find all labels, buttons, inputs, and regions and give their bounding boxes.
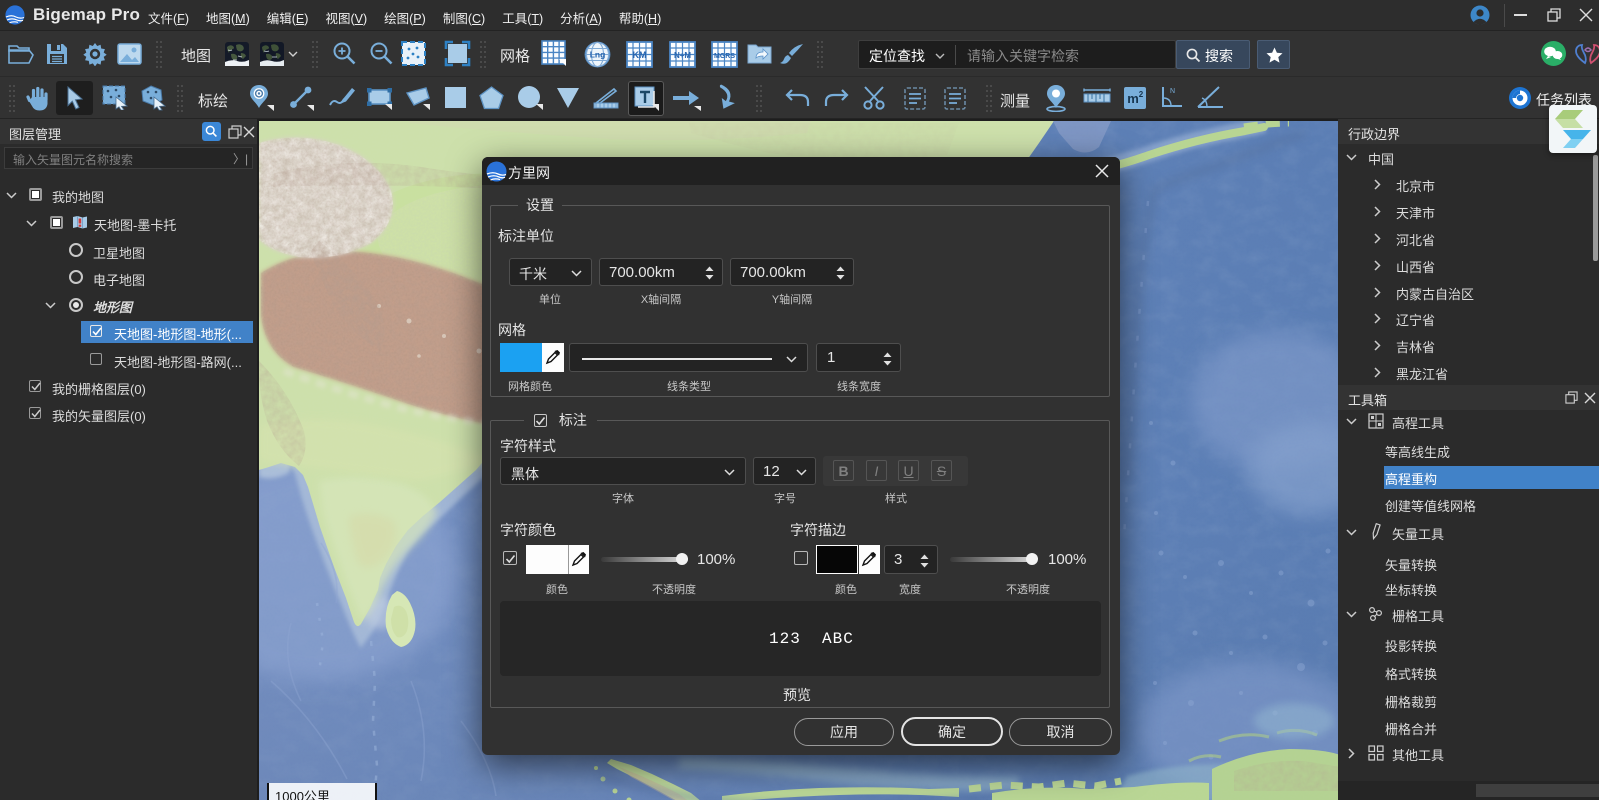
svg-text:MGRS: MGRS bbox=[714, 53, 735, 60]
svg-text:m: m bbox=[1127, 91, 1139, 106]
svg-text:KM: KM bbox=[633, 50, 647, 60]
svg-text:2: 2 bbox=[1139, 90, 1144, 99]
svg-text:N: N bbox=[1170, 88, 1175, 95]
svg-text:N+M: N+M bbox=[674, 51, 691, 60]
svg-text:Lng: Lng bbox=[590, 50, 606, 60]
